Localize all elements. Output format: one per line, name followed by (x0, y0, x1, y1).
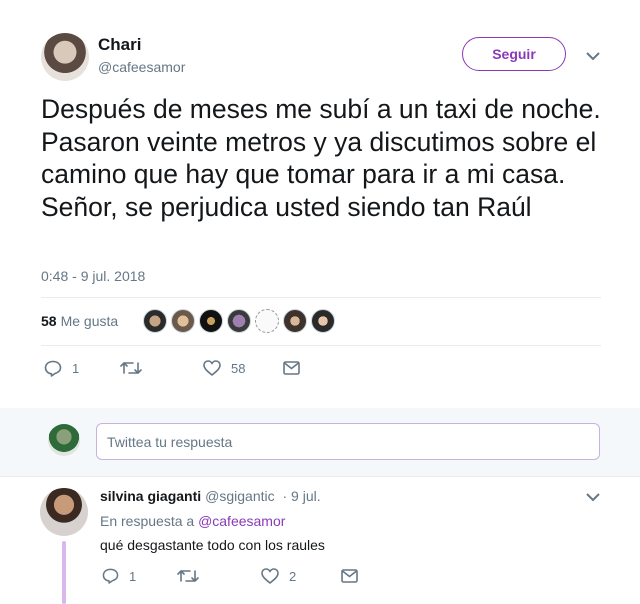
reply-message-action[interactable] (341, 569, 358, 583)
like-count: 58 (231, 360, 246, 376)
reply-action[interactable]: 1 (44, 360, 79, 377)
reply-author-avatar[interactable] (40, 488, 88, 536)
liker-avatar[interactable] (171, 309, 195, 333)
liker-avatar[interactable] (199, 309, 223, 333)
liker-avatar[interactable] (311, 309, 335, 333)
reply-icon (102, 568, 119, 584)
reply-icon (44, 360, 62, 377)
tweet-timestamp[interactable]: 0:48 - 9 jul. 2018 (41, 268, 145, 284)
heart-icon (203, 360, 221, 376)
reply-author-handle: @sgigantic (205, 488, 275, 504)
retweet-action[interactable] (120, 360, 152, 376)
likes-number: 58 (41, 313, 57, 329)
author-avatar[interactable] (41, 33, 89, 81)
heart-icon (261, 568, 279, 584)
divider (41, 297, 601, 298)
chevron-down-icon[interactable] (586, 49, 600, 63)
liker-avatar[interactable] (255, 309, 279, 333)
thread-line (62, 541, 66, 604)
divider (41, 345, 601, 346)
chevron-down-icon[interactable] (586, 490, 600, 504)
reply-reply-count: 1 (129, 568, 137, 584)
reply-author[interactable]: silvina giaganti @sgigantic · 9 jul. (100, 488, 321, 504)
likes-label: Me gusta (60, 313, 119, 329)
like-action[interactable]: 58 (203, 360, 245, 376)
retweet-icon (120, 362, 142, 374)
in-reply-to: En respuesta a @cafeesamor (100, 513, 285, 529)
reply-date: · 9 jul. (282, 488, 321, 504)
reply-like-action[interactable]: 2 (261, 568, 296, 584)
liker-avatar[interactable] (227, 309, 251, 333)
envelope-icon (283, 361, 300, 375)
reply-retweet-action[interactable] (177, 568, 209, 584)
author-name[interactable]: Chari (98, 35, 141, 55)
envelope-icon (341, 569, 358, 583)
reply-input[interactable]: Twittea tu respuesta (96, 423, 600, 460)
reply-like-count: 2 (289, 568, 297, 584)
in-reply-handle-link[interactable]: @cafeesamor (198, 513, 285, 529)
current-user-avatar (48, 424, 80, 456)
likes-summary[interactable]: 58 Me gusta (41, 313, 118, 329)
likers-avatars (143, 309, 335, 333)
tweet-card: Chari @cafeesamor Seguir Después de mese… (0, 0, 640, 408)
reply-count: 1 (72, 361, 80, 376)
reply-text: qué desgastante todo con los raules (100, 537, 325, 553)
tweet-text: Después de meses me subí a un taxi de no… (41, 94, 601, 222)
follow-button[interactable]: Seguir (462, 37, 566, 71)
author-handle[interactable]: @cafeesamor (98, 59, 185, 75)
retweet-icon (177, 570, 199, 582)
liker-avatar[interactable] (283, 309, 307, 333)
reply-author-name: silvina giaganti (100, 488, 202, 504)
in-reply-prefix: En respuesta a (100, 513, 195, 529)
reply-reply-action[interactable]: 1 (102, 568, 136, 584)
divider (0, 476, 640, 477)
message-action[interactable] (283, 361, 300, 375)
liker-avatar[interactable] (143, 309, 167, 333)
